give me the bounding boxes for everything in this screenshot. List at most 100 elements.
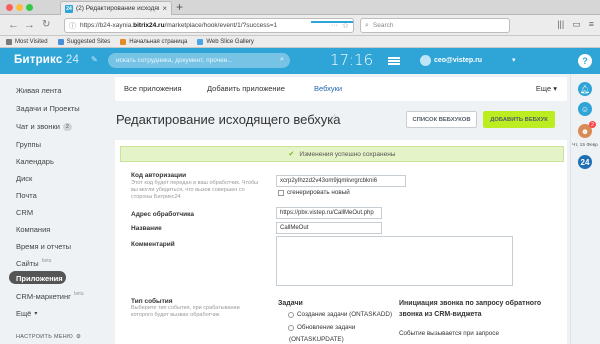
bookmark-web-slice[interactable]: Web Slice Gallery	[197, 38, 254, 45]
bookmarks-bar: Most Visited Suggested Sites Начальная с…	[0, 36, 600, 48]
bitrix24-icon[interactable]: 24	[578, 155, 592, 169]
tab-more-label: Еще	[535, 84, 552, 93]
auth-code-hint: Этот код будет передан в ваш обработчик.…	[131, 180, 259, 200]
menu-icon[interactable]: ≡	[589, 19, 594, 30]
menu-item-feed[interactable]: Живая лента	[16, 86, 62, 95]
name-label: Название	[131, 225, 162, 232]
tab-webhooks[interactable]: Вебхуки	[314, 84, 342, 93]
menu-item-apps[interactable]: Приложения	[16, 274, 63, 283]
configure-menu-label: НАСТРОИТЬ МЕНЮ	[16, 334, 73, 340]
search-placeholder: Search	[372, 22, 394, 29]
close-window-button[interactable]	[6, 4, 13, 11]
callback-text: Событие вызывается при запросе	[399, 330, 499, 337]
url-text: https://b24-xaynia.bitrix24.ru/marketpla…	[80, 22, 278, 29]
browser-nav-bar: ← → ↻ ⓘ https://b24-xaynia.bitrix24.ru/m…	[0, 15, 600, 36]
webhook-list-button[interactable]: СПИСОК ВЕБХУКОВ	[406, 111, 477, 128]
sidebar-icon[interactable]: ▭	[572, 19, 581, 30]
bookmark-label: Web Slice Gallery	[206, 38, 254, 45]
handler-url-field[interactable]: https://pbx.vistep.ru/CallMeOut.php	[276, 207, 382, 219]
menu-label: Время и отчеты	[16, 242, 72, 251]
bookmark-start-page[interactable]: Начальная страница	[120, 38, 187, 45]
auth-code-field[interactable]: xcrp2yIhzzd2v43om9jqmkvrgrcbkni6	[276, 175, 406, 187]
help-icon[interactable]: ?	[578, 54, 592, 68]
success-text: Изменения успешно сохранены	[299, 150, 396, 158]
search-icon: ⌕	[280, 56, 284, 63]
menu-item-disk[interactable]: Диск	[16, 174, 32, 183]
bookmark-icon	[57, 38, 64, 45]
task-add-checkbox[interactable]	[288, 312, 294, 318]
user-email[interactable]: ceo@vistep.ru	[434, 57, 482, 64]
callback-header-1: Инициация звонка по запросу обратного	[399, 300, 542, 307]
menu-item-calendar[interactable]: Календарь	[16, 157, 54, 166]
forward-icon[interactable]: →	[24, 19, 35, 31]
chevron-down-icon[interactable]: ▾	[512, 56, 516, 64]
menu-item-chat[interactable]: Чат и звонки 2	[16, 122, 72, 131]
task-add-label: Создание задачи (ONTASKADD)	[297, 311, 393, 318]
page-actions-icon[interactable]: ···	[331, 22, 338, 29]
menu-label: Компания	[16, 225, 51, 234]
browser-search-field[interactable]: ⌕ Search	[360, 18, 510, 33]
bookmark-suggested-sites[interactable]: Suggested Sites	[57, 38, 110, 45]
close-tab-icon[interactable]: ×	[162, 4, 167, 13]
event-type-label: Тип события	[131, 298, 173, 305]
bookmark-icon	[197, 38, 204, 45]
bookmark-icon	[6, 38, 12, 45]
tab-add-app[interactable]: Добавить приложение	[207, 84, 285, 93]
configure-menu-button[interactable]: НАСТРОИТЬ МЕНЮ ⚙	[16, 334, 81, 340]
notifications-icon[interactable]: 🔔︎	[578, 82, 592, 96]
tab-more[interactable]: Еще ▾	[536, 84, 557, 93]
name-field[interactable]: CallMeOut	[276, 222, 382, 234]
portal-search-placeholder: искать сотрудника, документ, прочее...	[116, 57, 233, 64]
menu-item-crm[interactable]: CRM	[16, 208, 33, 217]
user-avatar[interactable]	[420, 55, 431, 66]
success-message: ✔ Изменения успешно сохранены	[120, 146, 564, 162]
task-update-checkbox[interactable]	[288, 325, 294, 331]
apps-tabs: Все приложения Добавить приложение Вебху…	[115, 77, 567, 101]
menu-item-sites[interactable]: Сайты beta	[16, 258, 51, 269]
menu-item-tasks[interactable]: Задачи и Проекты	[16, 104, 80, 113]
bookmark-label: Most Visited	[15, 38, 48, 45]
menu-item-groups[interactable]: Группы	[16, 140, 41, 149]
bitrix24-logo[interactable]: Битрикс 24	[14, 54, 79, 66]
chat-icon[interactable]: ☺	[578, 102, 592, 116]
menu-label: Задачи и Проекты	[16, 104, 80, 113]
add-webhook-button[interactable]: ДОБАВИТЬ ВЕБХУК	[483, 111, 555, 128]
reload-icon[interactable]: ↻	[42, 19, 50, 30]
library-icon[interactable]: |||	[557, 19, 564, 30]
browser-tab-bar: 24 (2) Редактирование исходящ × +	[0, 0, 600, 15]
new-tab-icon[interactable]: +	[176, 0, 183, 14]
chevron-down-icon: ▾	[34, 311, 38, 317]
callback-header-2: звонка из CRM-виджета	[399, 311, 482, 318]
minimize-window-button[interactable]	[16, 4, 23, 11]
maximize-window-button[interactable]	[26, 4, 33, 11]
right-rail-top: ?	[570, 48, 600, 74]
menu-item-time[interactable]: Время и отчеты	[16, 242, 71, 251]
beta-tag: beta	[73, 290, 84, 297]
app-header: Битрикс 24 ✎ искать сотрудника, документ…	[0, 48, 570, 74]
comment-textarea[interactable]	[276, 236, 513, 286]
menu-item-mail[interactable]: Почта	[16, 191, 37, 200]
clock: 17:16	[330, 51, 374, 69]
tab-all-apps[interactable]: Все приложения	[124, 84, 182, 93]
event-type-hint: Выберите тип события, при срабатывании к…	[131, 305, 240, 318]
bookmark-most-visited[interactable]: Most Visited	[6, 38, 48, 45]
bookmark-icon	[120, 38, 127, 45]
page-title: Редактирование исходящего вебхука	[116, 112, 341, 127]
edit-logo-icon[interactable]: ✎	[91, 55, 98, 64]
back-icon[interactable]: ←	[8, 19, 19, 31]
menu-item-crm-marketing[interactable]: CRM-маркетинг beta	[16, 290, 84, 302]
menu-label: Живая лента	[16, 86, 62, 95]
worktime-icon[interactable]	[388, 57, 400, 65]
portal-search-input[interactable]: искать сотрудника, документ, прочее... ⌕	[108, 53, 290, 68]
browser-tab[interactable]: 24 (2) Редактирование исходящ ×	[60, 1, 172, 15]
info-icon[interactable]: ⓘ	[69, 21, 76, 31]
menu-label: Диск	[16, 174, 33, 183]
comment-label: Комментарий	[131, 241, 175, 248]
active-tab-underline	[311, 21, 353, 23]
bitrix-favicon-icon: 24	[65, 4, 73, 13]
favorite-star-icon[interactable]: ☆	[330, 113, 339, 124]
menu-item-more[interactable]: Ещё ▾	[16, 309, 37, 318]
menu-label: Календарь	[16, 157, 54, 166]
regenerate-checkbox[interactable]	[278, 190, 284, 196]
menu-item-company[interactable]: Компания	[16, 225, 50, 234]
